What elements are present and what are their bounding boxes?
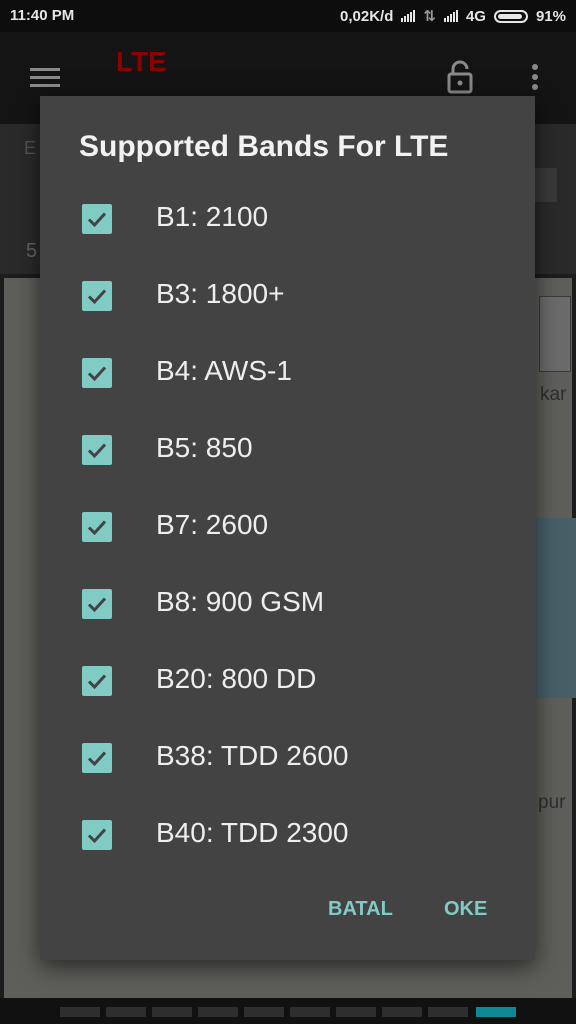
screen: 11:40 PM 0,02K/d ⇅ 4G 91% LTE E 5 kar pu… bbox=[0, 0, 576, 1024]
dialog-title: Supported Bands For LTE bbox=[79, 130, 449, 163]
check-icon bbox=[87, 443, 107, 459]
battery-icon bbox=[493, 9, 528, 23]
checkbox[interactable] bbox=[82, 820, 112, 850]
map-water bbox=[536, 518, 576, 698]
band-item[interactable]: B40: TDD 2300 bbox=[40, 796, 535, 873]
band-item[interactable]: B5: 850 bbox=[40, 411, 535, 488]
band-label: B8: 900 GSM bbox=[156, 586, 325, 617]
band-label: B38: TDD 2600 bbox=[156, 740, 349, 771]
status-bar: 11:40 PM 0,02K/d ⇅ 4G 91% bbox=[0, 0, 576, 32]
network-type: 4G bbox=[465, 7, 486, 25]
data-rate: 0,02K/d bbox=[340, 7, 394, 25]
data-arrows-icon: ⇅ bbox=[423, 8, 436, 25]
info-fragment: E bbox=[24, 138, 37, 158]
band-label: B20: 800 DD bbox=[156, 663, 317, 694]
page-indicator-segment bbox=[428, 1007, 468, 1017]
band-label: B4: AWS-1 bbox=[156, 355, 292, 386]
map-label: pur bbox=[538, 792, 566, 813]
info-fragment: 5 bbox=[26, 240, 38, 262]
battery-level: 91% bbox=[535, 7, 566, 25]
signal-icon-2 bbox=[443, 10, 458, 22]
band-item[interactable]: B1: 2100 bbox=[40, 180, 535, 257]
band-label: B3: 1800+ bbox=[156, 278, 285, 309]
page-indicator-segment bbox=[244, 1007, 284, 1017]
check-icon bbox=[87, 289, 107, 305]
page-indicator-segment bbox=[290, 1007, 330, 1017]
band-item[interactable]: B20: 800 DD bbox=[40, 642, 535, 719]
checkbox[interactable] bbox=[82, 358, 112, 388]
lock-icon[interactable] bbox=[447, 60, 473, 94]
band-item[interactable]: B8: 900 GSM bbox=[40, 565, 535, 642]
check-icon bbox=[87, 366, 107, 382]
band-item[interactable]: B4: AWS-1 bbox=[40, 334, 535, 411]
signal-icon bbox=[401, 10, 416, 22]
page-indicator bbox=[0, 998, 576, 1024]
check-icon bbox=[87, 674, 107, 690]
checkbox[interactable] bbox=[82, 666, 112, 696]
check-icon bbox=[87, 212, 107, 228]
band-list: B1: 2100 B3: 1800+ B4: AWS-1 B5: 850 B7:… bbox=[40, 180, 535, 873]
band-item[interactable]: B38: TDD 2600 bbox=[40, 719, 535, 796]
page-indicator-segment-active bbox=[476, 1007, 516, 1017]
ok-button[interactable]: OKE bbox=[434, 886, 497, 933]
page-indicator-segment bbox=[336, 1007, 376, 1017]
page-indicator-segment bbox=[60, 1007, 100, 1017]
page-indicator-segment bbox=[198, 1007, 238, 1017]
check-icon bbox=[87, 520, 107, 536]
cancel-button[interactable]: BATAL bbox=[318, 886, 403, 933]
menu-icon[interactable] bbox=[30, 68, 60, 88]
page-indicator-segment bbox=[106, 1007, 146, 1017]
map-label: kar bbox=[540, 384, 567, 405]
checkbox[interactable] bbox=[82, 281, 112, 311]
band-label: B40: TDD 2300 bbox=[156, 817, 349, 848]
supported-bands-dialog: Supported Bands For LTE B1: 2100 B3: 180… bbox=[40, 96, 535, 960]
checkbox[interactable] bbox=[82, 512, 112, 542]
page-indicator-segment bbox=[152, 1007, 192, 1017]
info-box bbox=[535, 168, 557, 202]
dialog-actions: BATAL OKE bbox=[40, 870, 535, 960]
band-label: B5: 850 bbox=[156, 432, 253, 463]
band-label: B1: 2100 bbox=[156, 201, 269, 232]
checkbox[interactable] bbox=[82, 589, 112, 619]
page-indicator-segment bbox=[382, 1007, 422, 1017]
check-icon bbox=[87, 828, 107, 844]
app-title: LTE bbox=[116, 46, 167, 77]
band-label: B7: 2600 bbox=[156, 509, 269, 540]
status-right: 0,02K/d ⇅ 4G 91% bbox=[340, 7, 566, 26]
band-item[interactable]: B7: 2600 bbox=[40, 488, 535, 565]
checkbox[interactable] bbox=[82, 435, 112, 465]
band-item[interactable]: B3: 1800+ bbox=[40, 257, 535, 334]
map-zoom-control[interactable] bbox=[539, 296, 571, 372]
checkbox[interactable] bbox=[82, 743, 112, 773]
more-vert-icon[interactable] bbox=[532, 64, 540, 92]
check-icon bbox=[87, 751, 107, 767]
checkbox[interactable] bbox=[82, 204, 112, 234]
check-icon bbox=[87, 597, 107, 613]
status-time: 11:40 PM bbox=[10, 7, 75, 24]
